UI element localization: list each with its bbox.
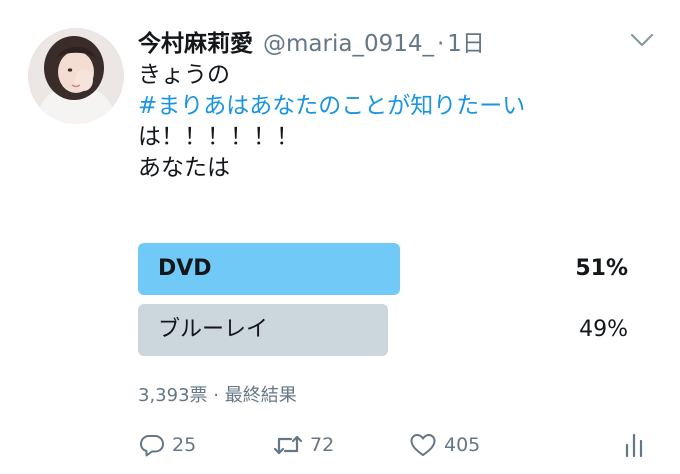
tweet-text: きょうの #まりあはあなたのことが知りたーい は！！！！！！ あなたは	[138, 60, 525, 184]
avatar[interactable]	[28, 28, 124, 124]
tweet-line: きょうの	[138, 62, 230, 88]
poll-results-summary: 3,393票 · 最終結果	[138, 385, 297, 406]
separator-dot: ·	[436, 31, 445, 57]
like-count: 405	[444, 434, 481, 456]
poll-option-dvd: DVD 51%	[138, 243, 630, 295]
retweet-button[interactable]: 72	[272, 427, 334, 463]
analytics-icon	[622, 431, 652, 459]
poll-option-label: ブルーレイ	[158, 317, 269, 342]
poll-option-percent: 51%	[575, 256, 628, 281]
reply-icon	[138, 431, 172, 459]
poll-option-percent: 49%	[579, 317, 628, 342]
timestamp[interactable]: 1日	[447, 24, 485, 58]
chevron-down-icon[interactable]	[628, 30, 656, 50]
poll-option-label: DVD	[158, 256, 212, 281]
retweet-count: 72	[310, 434, 335, 456]
user-handle[interactable]: @maria_0914_	[263, 31, 434, 57]
tweet-actions: 25 72 405	[138, 427, 658, 463]
hashtag-link[interactable]: #まりあはあなたのことが知りたーい	[138, 91, 525, 122]
tweet-line: は！！！！！！	[138, 124, 299, 150]
poll-option-bluray: ブルーレイ 49%	[138, 304, 630, 356]
tweet: 今村麻莉愛 @maria_0914_ · 1日 きょうの #まりあはあなたのこと…	[0, 0, 680, 474]
like-button[interactable]: 405	[408, 427, 480, 463]
reply-count: 25	[172, 434, 197, 456]
display-name[interactable]: 今村麻莉愛	[138, 24, 253, 58]
retweet-icon	[272, 431, 310, 459]
tweet-header: 今村麻莉愛 @maria_0914_ · 1日	[138, 24, 485, 58]
heart-icon	[408, 431, 444, 459]
analytics-button[interactable]	[622, 427, 652, 463]
tweet-line: あなたは	[138, 155, 230, 181]
reply-button[interactable]: 25	[138, 427, 196, 463]
